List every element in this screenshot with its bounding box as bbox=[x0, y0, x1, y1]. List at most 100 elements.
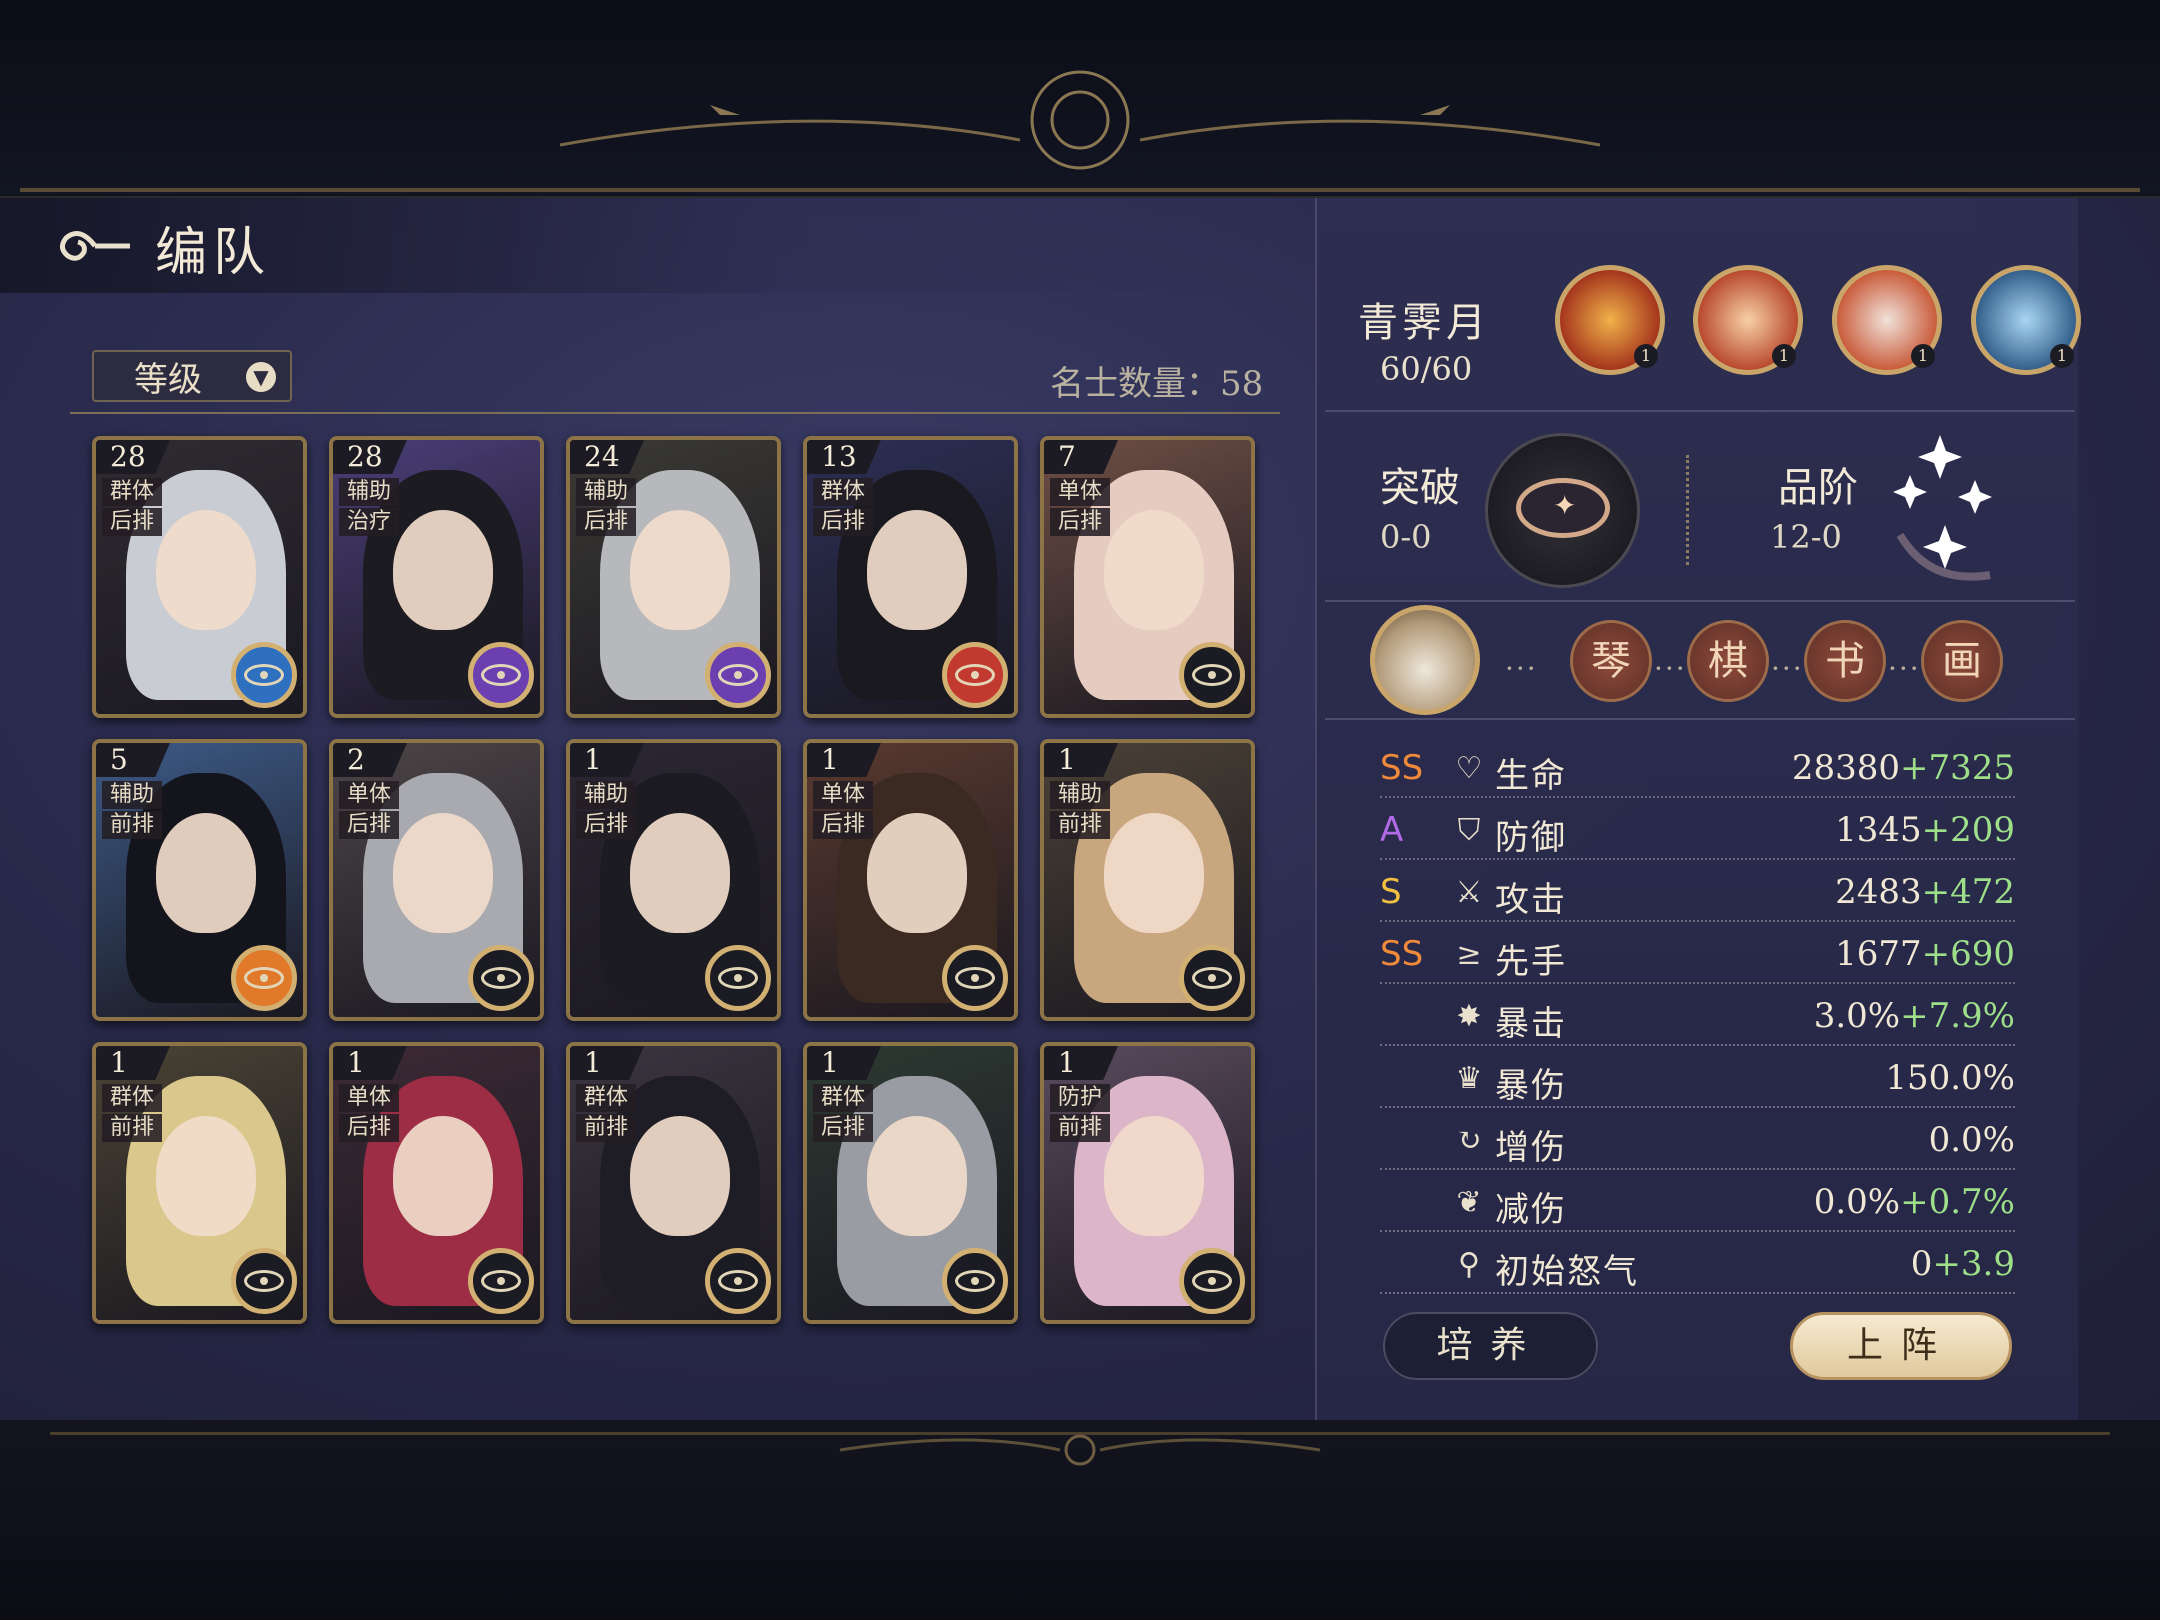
stat-name: 初始怒气 bbox=[1495, 1252, 1639, 1292]
stat-name: 生命 bbox=[1495, 756, 1567, 796]
stat-name: 暴击 bbox=[1495, 1004, 1567, 1044]
art-slot[interactable]: 画 bbox=[1921, 620, 2003, 702]
hero-role-tag: 群体 bbox=[813, 1084, 873, 1112]
stat-row: ⚲ 初始怒气 0+3.9 bbox=[1380, 1238, 2015, 1294]
stat-icon: ≥ bbox=[1456, 937, 1482, 972]
hero-card[interactable]: 1 群体 前排 bbox=[92, 1042, 307, 1324]
skill-icon[interactable]: 1 bbox=[1555, 265, 1665, 375]
stat-base: 3.0% bbox=[1813, 996, 1901, 1036]
hero-card[interactable]: 5 辅助 前排 bbox=[92, 739, 307, 1021]
stat-value: 150.0% bbox=[1885, 1058, 2015, 1098]
connector-dots: ··· bbox=[1505, 652, 1538, 685]
breakthrough-coin-icon[interactable] bbox=[1485, 433, 1640, 588]
hero-position-tag: 后排 bbox=[576, 811, 636, 839]
sort-label: 等级 bbox=[134, 359, 202, 400]
stat-name: 先手 bbox=[1495, 942, 1567, 982]
element-badge-icon bbox=[1179, 642, 1245, 708]
deploy-button[interactable]: 上阵 bbox=[1790, 1312, 2012, 1380]
stat-icon: ⚲ bbox=[1458, 1247, 1480, 1282]
breakthrough-label: 突破 bbox=[1380, 465, 1460, 511]
hero-position-tag: 后排 bbox=[339, 811, 399, 839]
skill-icon[interactable]: 1 bbox=[1832, 265, 1942, 375]
hero-card[interactable]: 24 辅助 后排 bbox=[566, 436, 781, 718]
hero-card[interactable]: 2 单体 后排 bbox=[329, 739, 544, 1021]
connector-dots: ··· bbox=[1888, 652, 1921, 685]
hero-card[interactable]: 13 群体 后排 bbox=[803, 436, 1018, 718]
hero-card[interactable]: 1 辅助 后排 bbox=[566, 739, 781, 1021]
hero-card[interactable]: 7 单体 后排 bbox=[1040, 436, 1255, 718]
hero-level: 60/60 bbox=[1380, 350, 1473, 388]
stat-value: 28380+7325 bbox=[1792, 748, 2015, 788]
element-badge-icon bbox=[468, 1248, 534, 1314]
hero-role-tag: 防护 bbox=[1050, 1084, 1110, 1112]
stat-value: 0.0%+0.7% bbox=[1814, 1182, 2015, 1222]
element-badge-icon bbox=[942, 1248, 1008, 1314]
hero-role-tag: 单体 bbox=[339, 1084, 399, 1112]
element-badge-icon bbox=[468, 642, 534, 708]
stat-base: 2483 bbox=[1835, 872, 1922, 912]
stat-grade: SS bbox=[1380, 934, 1424, 974]
top-ornament bbox=[559, 70, 1601, 170]
art-slot[interactable]: 书 bbox=[1804, 620, 1886, 702]
stat-name: 防御 bbox=[1495, 818, 1567, 858]
hero-card[interactable]: 28 群体 后排 bbox=[92, 436, 307, 718]
stat-base: 28380 bbox=[1791, 748, 1900, 788]
skill-level: 1 bbox=[1634, 344, 1658, 368]
stat-bonus: +0.7% bbox=[1900, 1182, 2015, 1222]
art-slot[interactable]: 琴 bbox=[1570, 620, 1652, 702]
stat-name: 增伤 bbox=[1495, 1128, 1567, 1168]
hero-position-tag: 后排 bbox=[339, 1114, 399, 1142]
stat-icon: ✸ bbox=[1456, 999, 1482, 1034]
divider bbox=[1325, 600, 2075, 602]
hero-position-tag: 治疗 bbox=[339, 508, 399, 536]
grade-sparkle-icon[interactable] bbox=[1880, 425, 2015, 595]
hero-position-tag: 后排 bbox=[576, 508, 636, 536]
train-button[interactable]: 培养 bbox=[1383, 1312, 1598, 1380]
stat-row: ↻ 增伤 0.0% bbox=[1380, 1114, 2015, 1170]
divider bbox=[1325, 410, 2075, 412]
hero-position-tag: 前排 bbox=[102, 811, 162, 839]
stat-row: ❦ 减伤 0.0%+0.7% bbox=[1380, 1176, 2015, 1232]
hero-role-tag: 辅助 bbox=[102, 781, 162, 809]
skill-icon[interactable]: 1 bbox=[1693, 265, 1803, 375]
stat-bonus: +690 bbox=[1921, 934, 2015, 974]
hero-role-tag: 辅助 bbox=[576, 478, 636, 506]
stat-icon: ↻ bbox=[1456, 1123, 1482, 1158]
hero-position-tag: 后排 bbox=[813, 508, 873, 536]
hero-position-tag: 后排 bbox=[813, 1114, 873, 1142]
hero-card[interactable]: 1 防护 前排 bbox=[1040, 1042, 1255, 1324]
skill-icon[interactable]: 1 bbox=[1971, 265, 2081, 375]
hero-card[interactable]: 1 辅助 前排 bbox=[1040, 739, 1255, 1021]
divider-dotted bbox=[1686, 455, 1689, 565]
stat-base: 1345 bbox=[1835, 810, 1922, 850]
sort-level-dropdown[interactable]: 等级 ▼ bbox=[92, 350, 292, 402]
stat-value: 1345+209 bbox=[1835, 810, 2015, 850]
hero-card[interactable]: 1 单体 后排 bbox=[329, 1042, 544, 1324]
companion-pet-avatar[interactable] bbox=[1370, 605, 1480, 715]
stat-value: 1677+690 bbox=[1835, 934, 2015, 974]
element-badge-icon bbox=[1179, 945, 1245, 1011]
element-badge-icon bbox=[231, 1248, 297, 1314]
stat-icon: ♛ bbox=[1455, 1061, 1483, 1096]
skill-level: 1 bbox=[1911, 344, 1935, 368]
hero-card[interactable]: 1 群体 后排 bbox=[803, 1042, 1018, 1324]
hero-role-tag: 群体 bbox=[576, 1084, 636, 1112]
stat-row: SS ≥ 先手 1677+690 bbox=[1380, 928, 2015, 984]
stat-name: 暴伤 bbox=[1495, 1066, 1567, 1106]
back-swirl-icon[interactable] bbox=[50, 218, 140, 274]
art-slot[interactable]: 棋 bbox=[1687, 620, 1769, 702]
chevron-down-icon: ▼ bbox=[246, 362, 276, 392]
hero-role-tag: 单体 bbox=[813, 781, 873, 809]
hero-card[interactable]: 1 单体 后排 bbox=[803, 739, 1018, 1021]
element-badge-icon bbox=[705, 642, 771, 708]
element-badge-icon bbox=[1179, 1248, 1245, 1314]
hero-card[interactable]: 28 辅助 治疗 bbox=[329, 436, 544, 718]
element-badge-icon bbox=[705, 945, 771, 1011]
stat-icon: ⛉ bbox=[1457, 813, 1481, 848]
roster-divider bbox=[70, 412, 1280, 414]
element-badge-icon bbox=[231, 642, 297, 708]
stat-name: 攻击 bbox=[1495, 880, 1567, 920]
hero-name: 青霁月 bbox=[1358, 300, 1490, 346]
hero-card[interactable]: 1 群体 前排 bbox=[566, 1042, 781, 1324]
stat-base: 0.0% bbox=[1928, 1120, 2015, 1160]
